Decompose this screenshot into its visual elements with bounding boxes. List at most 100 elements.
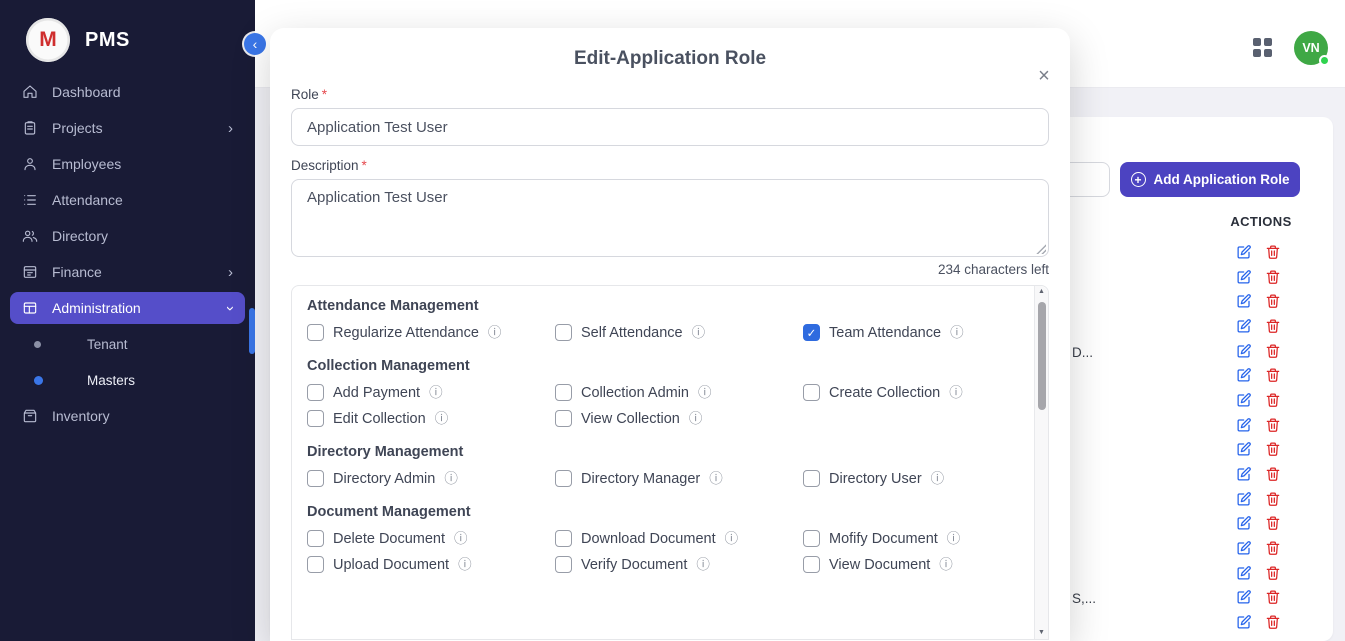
permission-view-document[interactable]: View Documentⓘ xyxy=(803,556,1018,573)
checkbox-icon[interactable] xyxy=(555,530,572,547)
scroll-up-icon[interactable]: ▲ xyxy=(1035,288,1048,295)
sidebar-item-finance[interactable]: Finance› xyxy=(10,256,245,288)
delete-icon[interactable] xyxy=(1265,540,1281,556)
sidebar-item-dashboard[interactable]: Dashboard xyxy=(10,76,245,108)
sidebar-collapse-button[interactable]: ‹ xyxy=(244,33,266,55)
checkbox-checked-icon[interactable]: ✓ xyxy=(803,324,820,341)
permission-collection-admin[interactable]: Collection Adminⓘ xyxy=(555,384,803,401)
permission-directory-user[interactable]: Directory Userⓘ xyxy=(803,470,1018,487)
checkbox-icon[interactable] xyxy=(803,384,820,401)
permission-team-attendance[interactable]: ✓Team Attendanceⓘ xyxy=(803,324,1018,341)
delete-icon[interactable] xyxy=(1265,565,1281,581)
checkbox-icon[interactable] xyxy=(555,324,572,341)
checkbox-icon[interactable] xyxy=(307,384,324,401)
delete-icon[interactable] xyxy=(1265,466,1281,482)
permission-self-attendance[interactable]: Self Attendanceⓘ xyxy=(555,324,803,341)
checkbox-icon[interactable] xyxy=(555,410,572,427)
sidebar-subitem-tenant[interactable]: Tenant xyxy=(10,328,245,360)
delete-icon[interactable] xyxy=(1265,244,1281,260)
permission-directory-manager[interactable]: Directory Managerⓘ xyxy=(555,470,803,487)
description-label: Description* xyxy=(291,158,1049,173)
permission-directory-admin[interactable]: Directory Adminⓘ xyxy=(307,470,555,487)
checkbox-icon[interactable] xyxy=(307,470,324,487)
checkbox-icon[interactable] xyxy=(307,556,324,573)
delete-icon[interactable] xyxy=(1265,392,1281,408)
permission-view-collection[interactable]: View Collectionⓘ xyxy=(555,410,803,427)
edit-icon[interactable] xyxy=(1236,293,1252,309)
permission-create-collection[interactable]: Create Collectionⓘ xyxy=(803,384,1018,401)
checkbox-icon[interactable] xyxy=(555,556,572,573)
delete-icon[interactable] xyxy=(1265,269,1281,285)
edit-icon[interactable] xyxy=(1236,392,1252,408)
sidebar-item-directory[interactable]: Directory xyxy=(10,220,245,252)
app-name: PMS xyxy=(85,29,130,52)
permission-upload-document[interactable]: Upload Documentⓘ xyxy=(307,556,555,573)
edit-icon[interactable] xyxy=(1236,515,1252,531)
edit-icon[interactable] xyxy=(1236,565,1252,581)
permission-label: Edit Collection xyxy=(333,411,426,427)
sidebar-item-attendance[interactable]: Attendance xyxy=(10,184,245,216)
table-row xyxy=(1070,466,1333,486)
finance-icon xyxy=(22,264,38,280)
permission-download-document[interactable]: Download Documentⓘ xyxy=(555,530,803,547)
checkbox-icon[interactable] xyxy=(803,470,820,487)
delete-icon[interactable] xyxy=(1265,367,1281,383)
sidebar-subitem-label: Masters xyxy=(87,373,135,388)
scrollbar-thumb[interactable] xyxy=(1038,302,1046,410)
sidebar-item-label: Directory xyxy=(52,228,108,244)
edit-icon[interactable] xyxy=(1236,367,1252,383)
info-icon: ⓘ xyxy=(689,412,703,426)
permission-edit-collection[interactable]: Edit Collection ⓘ xyxy=(307,410,555,427)
edit-icon[interactable] xyxy=(1236,589,1252,605)
edit-icon[interactable] xyxy=(1236,441,1252,457)
checkbox-icon[interactable] xyxy=(555,470,572,487)
sidebar-subitem-masters[interactable]: Masters xyxy=(10,364,245,396)
sidebar-item-projects[interactable]: Projects› xyxy=(10,112,245,144)
edit-icon[interactable] xyxy=(1236,269,1252,285)
permission-label: Add Payment xyxy=(333,385,420,401)
info-icon: ⓘ xyxy=(435,412,449,426)
required-marker: * xyxy=(322,87,327,102)
permission-mofify-document[interactable]: Mofify Documentⓘ xyxy=(803,530,1018,547)
checkbox-icon[interactable] xyxy=(803,556,820,573)
delete-icon[interactable] xyxy=(1265,417,1281,433)
sidebar-item-employees[interactable]: Employees xyxy=(10,148,245,180)
inventory-icon xyxy=(22,408,38,424)
checkbox-icon[interactable] xyxy=(803,530,820,547)
sidebar-scrollbar-thumb[interactable] xyxy=(249,308,255,354)
sidebar-item-inventory[interactable]: Inventory xyxy=(10,400,245,432)
edit-icon[interactable] xyxy=(1236,318,1252,334)
role-input[interactable] xyxy=(291,108,1049,146)
sidebar-item-administration[interactable]: Administration› xyxy=(10,292,245,324)
close-icon[interactable]: × xyxy=(1032,64,1056,88)
info-icon: ⓘ xyxy=(947,532,961,546)
edit-icon[interactable] xyxy=(1236,244,1252,260)
delete-icon[interactable] xyxy=(1265,441,1281,457)
delete-icon[interactable] xyxy=(1265,293,1281,309)
edit-icon[interactable] xyxy=(1236,343,1252,359)
checkbox-icon[interactable] xyxy=(307,324,324,341)
delete-icon[interactable] xyxy=(1265,318,1281,334)
description-textarea[interactable]: Application Test User xyxy=(291,179,1049,257)
scroll-down-icon[interactable]: ▼ xyxy=(1035,629,1048,636)
edit-icon[interactable] xyxy=(1236,614,1252,630)
permission-delete-document[interactable]: Delete Documentⓘ xyxy=(307,530,555,547)
edit-icon[interactable] xyxy=(1236,540,1252,556)
delete-icon[interactable] xyxy=(1265,589,1281,605)
permission-verify-document[interactable]: Verify Documentⓘ xyxy=(555,556,803,573)
checkbox-icon[interactable] xyxy=(307,530,324,547)
permissions-scrollbar[interactable]: ▲ ▼ xyxy=(1034,286,1048,639)
permission-group-title: Directory Management xyxy=(307,444,1018,460)
delete-icon[interactable] xyxy=(1265,343,1281,359)
delete-icon[interactable] xyxy=(1265,614,1281,630)
delete-icon[interactable] xyxy=(1265,491,1281,507)
edit-icon[interactable] xyxy=(1236,491,1252,507)
edit-icon[interactable] xyxy=(1236,466,1252,482)
table-row xyxy=(1070,318,1333,338)
edit-icon[interactable] xyxy=(1236,417,1252,433)
permission-add-payment[interactable]: Add Paymentⓘ xyxy=(307,384,555,401)
checkbox-icon[interactable] xyxy=(555,384,572,401)
delete-icon[interactable] xyxy=(1265,515,1281,531)
checkbox-icon[interactable] xyxy=(307,410,324,427)
permission-regularize-attendance[interactable]: Regularize Attendanceⓘ xyxy=(307,324,555,341)
